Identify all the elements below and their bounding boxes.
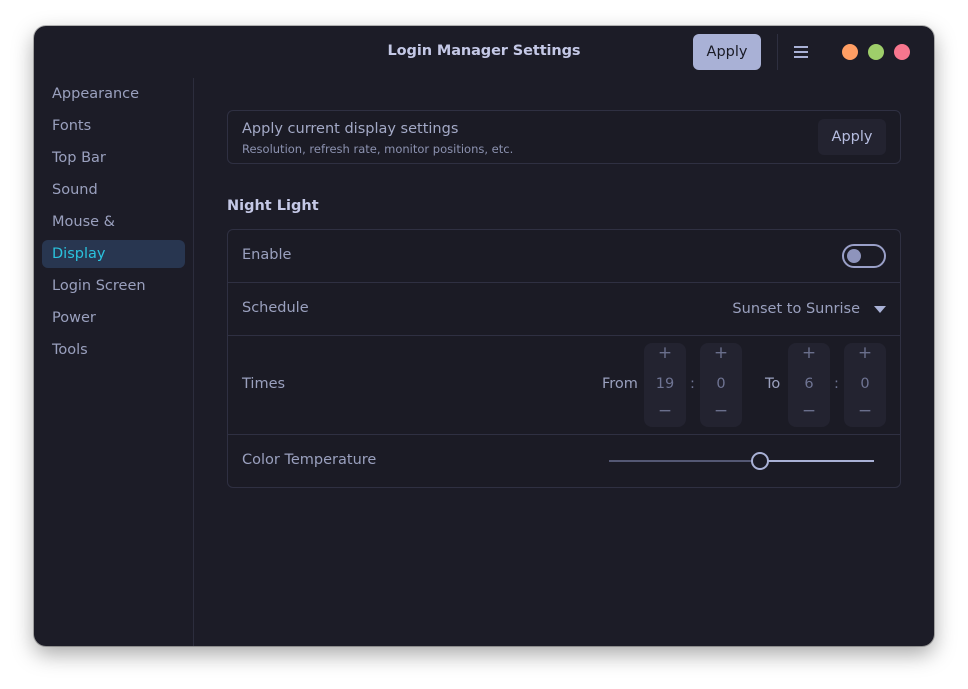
increment-button[interactable]: +: [644, 343, 686, 363]
sidebar-item-power[interactable]: Power: [42, 304, 185, 332]
schedule-dropdown[interactable]: Sunset to Sunrise: [732, 301, 886, 317]
sidebar-item-top-bar[interactable]: Top Bar: [42, 144, 185, 172]
from-hour-value[interactable]: 19: [644, 376, 686, 392]
maximize-button[interactable]: [868, 44, 884, 60]
slider-track-filled: [609, 460, 752, 462]
from-hour-spinner: + 19 −: [644, 343, 686, 427]
toggle-knob: [847, 249, 861, 263]
from-minute-value[interactable]: 0: [700, 376, 742, 392]
to-minute-value[interactable]: 0: [844, 376, 886, 392]
close-button[interactable]: [894, 44, 910, 60]
sidebar-item-mouse-touchpad[interactable]: Mouse & Touchpad: [42, 208, 185, 258]
sidebar-item-tools[interactable]: Tools: [42, 336, 185, 364]
to-minute-spinner: + 0 −: [844, 343, 886, 427]
sidebar: Appearance Fonts Top Bar Sound Mouse & T…: [34, 78, 193, 646]
slider-track-remaining: [768, 460, 874, 462]
increment-button[interactable]: +: [788, 343, 830, 363]
sidebar-item-login-screen[interactable]: Login Screen: [42, 272, 185, 300]
decrement-button[interactable]: −: [844, 401, 886, 421]
enable-label: Enable: [242, 247, 292, 263]
apply-display-button[interactable]: Apply: [818, 119, 886, 155]
dropdown-caret-icon: [874, 305, 886, 313]
apply-card-title: Apply current display settings: [242, 121, 459, 137]
decrement-button[interactable]: −: [644, 401, 686, 421]
to-label: To: [765, 376, 781, 392]
color-temperature-slider[interactable]: [609, 452, 874, 470]
times-label: Times: [242, 376, 286, 392]
schedule-label: Schedule: [242, 300, 309, 316]
hamburger-icon[interactable]: [794, 45, 810, 59]
increment-button[interactable]: +: [700, 343, 742, 363]
slider-handle[interactable]: [751, 452, 769, 470]
from-minute-spinner: + 0 −: [700, 343, 742, 427]
night-light-heading: Night Light: [227, 198, 319, 214]
sidebar-divider: [193, 78, 194, 646]
time-separator: :: [690, 376, 695, 392]
minimize-button[interactable]: [842, 44, 858, 60]
decrement-button[interactable]: −: [700, 401, 742, 421]
times-row: Times From + 19 − : + 0 − To + 6 − : + 0…: [228, 336, 900, 434]
from-label: From: [602, 376, 638, 392]
apply-card-subtitle: Resolution, refresh rate, monitor positi…: [242, 142, 514, 156]
to-hour-spinner: + 6 −: [788, 343, 830, 427]
schedule-value: Sunset to Sunrise: [732, 301, 860, 317]
night-light-card: Enable Schedule Sunset to Sunrise Times …: [227, 229, 901, 488]
time-separator: :: [834, 376, 839, 392]
header-apply-button[interactable]: Apply: [693, 34, 761, 70]
decrement-button[interactable]: −: [788, 401, 830, 421]
sidebar-item-appearance[interactable]: Appearance: [42, 80, 185, 108]
to-hour-value[interactable]: 6: [788, 376, 830, 392]
schedule-row: Schedule Sunset to Sunrise: [228, 283, 900, 335]
sidebar-item-sound[interactable]: Sound: [42, 176, 185, 204]
color-temperature-row: Color Temperature: [228, 435, 900, 487]
header-bar: Login Manager Settings Apply: [34, 26, 934, 78]
enable-row: Enable: [228, 230, 900, 282]
sidebar-item-display[interactable]: Display: [42, 240, 185, 268]
sidebar-item-fonts[interactable]: Fonts: [42, 112, 185, 140]
increment-button[interactable]: +: [844, 343, 886, 363]
enable-toggle[interactable]: [842, 244, 886, 268]
apply-display-card: Apply current display settings Resolutio…: [227, 110, 901, 164]
app-window: Login Manager Settings Apply Appearance …: [34, 26, 934, 646]
header-separator: [777, 34, 778, 70]
color-temperature-label: Color Temperature: [242, 452, 377, 468]
